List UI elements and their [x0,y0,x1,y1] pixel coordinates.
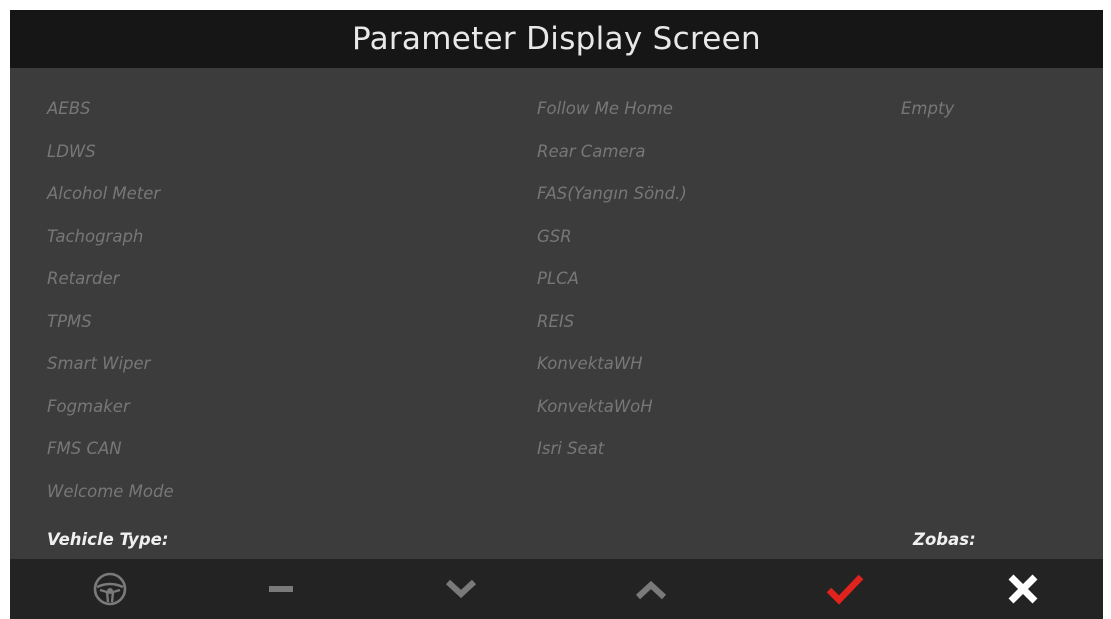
parameter-item-smart-wiper[interactable]: Smart Wiper [47,353,174,396]
parameter-item-gsr[interactable]: GSR [537,226,687,269]
parameter-item-rear-camera[interactable]: Rear Camera [537,141,687,184]
vehicle-type-label: Vehicle Type: [47,530,169,549]
parameter-item-retarder[interactable]: Retarder [47,268,174,311]
parameter-column-1: AEBS LDWS Alcohol Meter Tachograph Retar… [47,98,174,523]
parameter-item-aebs[interactable]: AEBS [47,98,174,141]
scroll-up-button[interactable] [606,559,696,619]
parameter-item-reis[interactable]: REIS [537,311,687,354]
minus-icon [269,586,293,592]
parameter-item-fogmaker[interactable]: Fogmaker [47,396,174,439]
parameter-item-alcohol-meter[interactable]: Alcohol Meter [47,183,174,226]
parameter-item-plca[interactable]: PLCA [537,268,687,311]
parameter-item-tachograph[interactable]: Tachograph [47,226,174,269]
close-button[interactable] [978,559,1068,619]
parameter-display-screen: Parameter Display Screen AEBS LDWS Alcoh… [10,10,1103,619]
parameter-item-fms-can[interactable]: FMS CAN [47,438,174,481]
steering-wheel-button[interactable] [65,559,155,619]
parameter-item-ldws[interactable]: LDWS [47,141,174,184]
parameter-item-welcome-mode[interactable]: Welcome Mode [47,481,174,524]
parameter-item-konvekta-woh[interactable]: KonvektaWoH [537,396,687,439]
parameter-item-follow-me-home[interactable]: Follow Me Home [537,98,687,141]
bottom-toolbar [10,559,1103,619]
chevron-down-icon [445,579,477,599]
parameter-column-3: Empty [901,98,954,141]
parameter-item-tpms[interactable]: TPMS [47,311,174,354]
parameter-item-fas[interactable]: FAS(Yangın Sönd.) [537,183,687,226]
zobas-label: Zobas: [913,530,976,549]
confirm-button[interactable] [800,559,890,619]
minus-button[interactable] [236,559,326,619]
chevron-up-icon [635,580,667,600]
close-icon [1008,574,1038,604]
steering-wheel-icon [93,572,127,606]
checkmark-icon [826,574,864,605]
parameter-item-isri-seat[interactable]: Isri Seat [537,438,687,481]
title-bar: Parameter Display Screen [10,10,1103,68]
parameter-column-2: Follow Me Home Rear Camera FAS(Yangın Sö… [537,98,687,481]
page-title: Parameter Display Screen [351,21,762,57]
scroll-down-button[interactable] [416,559,506,619]
parameter-item-empty[interactable]: Empty [901,98,954,141]
parameter-item-konvekta-wh[interactable]: KonvektaWH [537,353,687,396]
